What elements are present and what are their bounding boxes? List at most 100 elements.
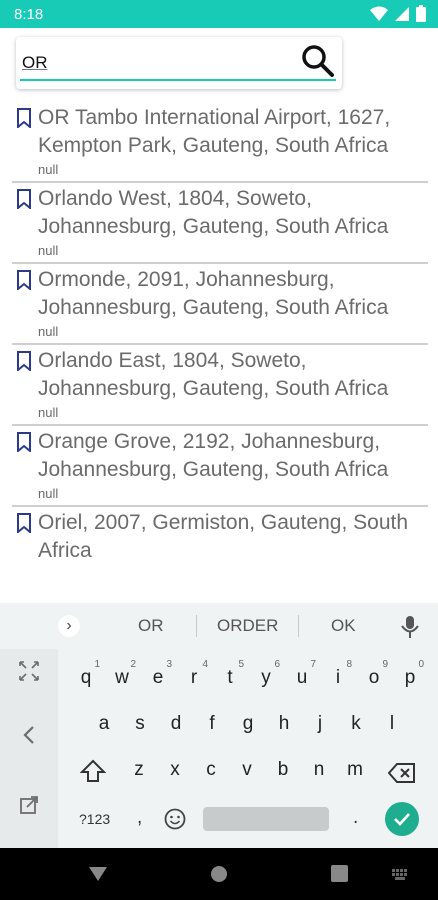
key-x[interactable]: x bbox=[157, 749, 193, 789]
result-title: Orlando West, 1804, Soweto, Johannesburg… bbox=[38, 187, 389, 238]
key-char: o bbox=[368, 667, 380, 688]
status-time: 8:18 bbox=[14, 6, 44, 23]
key-b[interactable]: b bbox=[265, 749, 301, 789]
symbols-key[interactable]: ?123 bbox=[79, 811, 110, 827]
key-char: z bbox=[134, 759, 144, 780]
divider bbox=[298, 615, 299, 637]
list-item[interactable]: Ormonde, 2091, Johannesburg, Johannesbur… bbox=[12, 264, 428, 345]
result-subtitle: null bbox=[38, 486, 59, 501]
result-subtitle: null bbox=[38, 162, 59, 177]
key-s[interactable]: s bbox=[122, 703, 158, 743]
keyboard-switch-icon[interactable] bbox=[392, 868, 408, 886]
key-g[interactable]: g bbox=[230, 703, 266, 743]
divider bbox=[196, 615, 197, 637]
back-triangle-icon[interactable] bbox=[88, 866, 108, 887]
list-item[interactable]: Oriel, 2007, Germiston, Gauteng, South A… bbox=[12, 507, 428, 567]
key-char: x bbox=[170, 759, 180, 780]
search-input[interactable] bbox=[22, 47, 292, 79]
key-char: w bbox=[115, 667, 129, 688]
key-h[interactable]: h bbox=[266, 703, 302, 743]
list-item[interactable]: Orlando East, 1804, Soweto, Johannesburg… bbox=[12, 345, 428, 426]
bookmark-icon[interactable] bbox=[16, 432, 32, 454]
suggestion-3[interactable]: OK bbox=[331, 616, 356, 636]
backspace-icon[interactable] bbox=[387, 763, 416, 788]
list-item[interactable]: OR Tambo International Airport, 1627, Ke… bbox=[12, 102, 428, 183]
key-char: s bbox=[135, 713, 145, 734]
key-i[interactable]: 8i bbox=[320, 657, 356, 697]
battery-icon bbox=[416, 5, 426, 27]
result-title: Orlando East, 1804, Soweto, Johannesburg… bbox=[38, 349, 389, 400]
key-z[interactable]: z bbox=[121, 749, 157, 789]
keyboard-side-panel bbox=[0, 649, 58, 848]
enter-button[interactable] bbox=[385, 802, 419, 836]
key-y[interactable]: 6y bbox=[248, 657, 284, 697]
key-f[interactable]: f bbox=[194, 703, 230, 743]
recents-square-icon[interactable] bbox=[331, 865, 348, 887]
search-icon[interactable] bbox=[300, 43, 336, 79]
shift-icon[interactable] bbox=[79, 759, 107, 788]
signal-icon bbox=[394, 6, 410, 27]
key-k[interactable]: k bbox=[338, 703, 374, 743]
emoji-icon[interactable] bbox=[164, 808, 186, 835]
nav-bar bbox=[0, 848, 438, 900]
key-char: l bbox=[389, 713, 395, 734]
result-title: Ormonde, 2091, Johannesburg, Johannesbur… bbox=[38, 268, 389, 319]
key-char: m bbox=[347, 759, 363, 780]
search-underline bbox=[20, 79, 336, 81]
result-subtitle: null bbox=[38, 243, 59, 258]
float-keyboard-icon[interactable] bbox=[0, 785, 58, 825]
key-q[interactable]: 1q bbox=[68, 657, 104, 697]
back-arrow-icon[interactable] bbox=[0, 715, 58, 755]
bookmark-icon[interactable] bbox=[16, 189, 32, 211]
key-l[interactable]: l bbox=[374, 703, 410, 743]
key-d[interactable]: d bbox=[158, 703, 194, 743]
key-r[interactable]: 4r bbox=[176, 657, 212, 697]
results-list: OR Tambo International Airport, 1627, Ke… bbox=[12, 102, 428, 567]
key-char: n bbox=[313, 759, 325, 780]
key-char: h bbox=[278, 713, 290, 734]
bookmark-icon[interactable] bbox=[16, 351, 32, 373]
key-t[interactable]: 5t bbox=[212, 657, 248, 697]
comma-key[interactable]: , bbox=[137, 807, 142, 829]
key-a[interactable]: a bbox=[86, 703, 122, 743]
list-item[interactable]: Orange Grove, 2192, Johannesburg, Johann… bbox=[12, 426, 428, 507]
bookmark-icon[interactable] bbox=[16, 513, 32, 535]
key-u[interactable]: 7u bbox=[284, 657, 320, 697]
result-subtitle: null bbox=[38, 405, 59, 420]
key-char: a bbox=[98, 713, 110, 734]
key-o[interactable]: 9o bbox=[356, 657, 392, 697]
key-char: v bbox=[242, 759, 252, 780]
key-n[interactable]: n bbox=[301, 749, 337, 789]
key-char: b bbox=[277, 759, 289, 780]
key-j[interactable]: j bbox=[302, 703, 338, 743]
key-w[interactable]: 2w bbox=[104, 657, 140, 697]
key-char: g bbox=[242, 713, 254, 734]
key-m[interactable]: m bbox=[337, 749, 373, 789]
bookmark-icon[interactable] bbox=[16, 270, 32, 292]
key-char: u bbox=[296, 667, 308, 688]
expand-icon[interactable] bbox=[0, 651, 58, 691]
key-char: c bbox=[206, 759, 216, 780]
period-key[interactable]: . bbox=[353, 807, 358, 829]
suggestion-2[interactable]: ORDER bbox=[217, 616, 278, 636]
check-icon bbox=[394, 813, 410, 826]
chevron-right-icon[interactable]: › bbox=[58, 615, 80, 637]
space-bar[interactable] bbox=[203, 807, 329, 831]
key-char: k bbox=[351, 713, 361, 734]
mic-icon[interactable] bbox=[399, 615, 421, 639]
key-p[interactable]: 0p bbox=[392, 657, 428, 697]
key-char: p bbox=[404, 667, 416, 688]
result-title: OR Tambo International Airport, 1627, Ke… bbox=[38, 106, 391, 157]
list-item[interactable]: Orlando West, 1804, Soweto, Johannesburg… bbox=[12, 183, 428, 264]
result-title: Orange Grove, 2192, Johannesburg, Johann… bbox=[38, 430, 389, 481]
key-char: d bbox=[170, 713, 182, 734]
home-circle-icon[interactable] bbox=[210, 865, 228, 888]
keyboard: › OR ORDER OK 1q 2w 3e 4r 5t 6y 7u 8i 9o… bbox=[0, 603, 438, 848]
result-subtitle: null bbox=[38, 324, 59, 339]
suggestion-1[interactable]: OR bbox=[138, 616, 164, 636]
key-e[interactable]: 3e bbox=[140, 657, 176, 697]
key-char: q bbox=[80, 667, 92, 688]
key-c[interactable]: c bbox=[193, 749, 229, 789]
bookmark-icon[interactable] bbox=[16, 108, 32, 130]
key-v[interactable]: v bbox=[229, 749, 265, 789]
